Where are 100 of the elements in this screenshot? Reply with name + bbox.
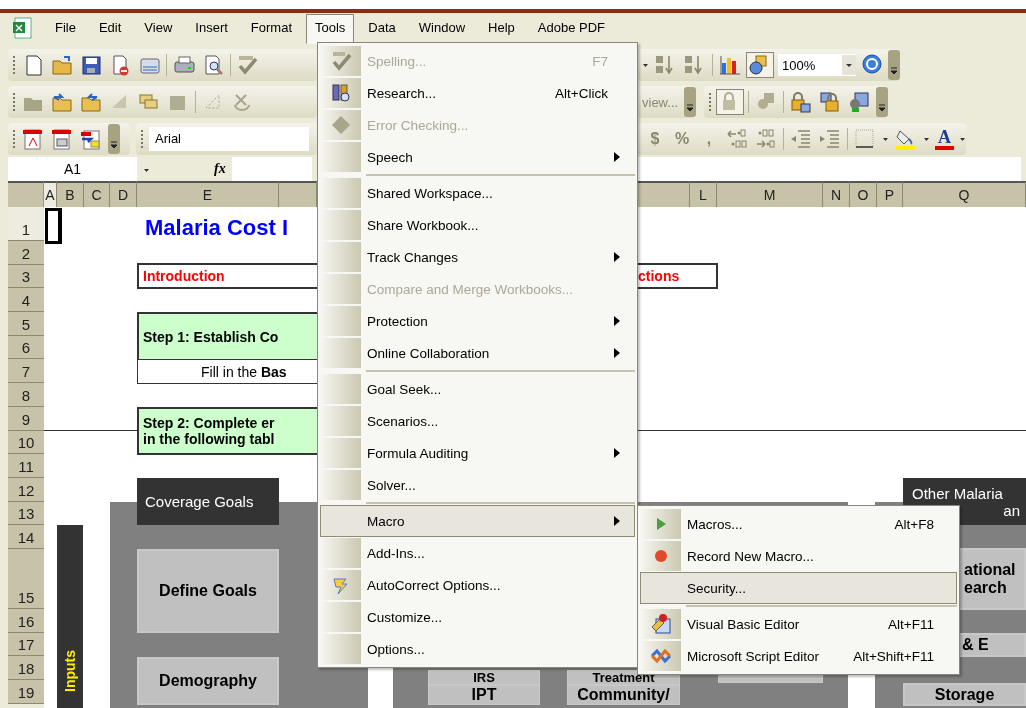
row-header[interactable]: 15 [8,548,44,609]
row-header[interactable]: 1 [8,207,44,241]
column-header[interactable]: A [44,181,57,207]
menu-bar-item[interactable]: File [46,13,85,42]
pdf-review-icon[interactable] [79,127,103,151]
menu-item[interactable]: Visual Basic Editor Alt+F11 [640,608,957,640]
menu-bar-item[interactable]: Window [409,13,475,42]
borders-icon[interactable] [853,127,877,151]
forward-folder-icon[interactable] [79,90,103,114]
pdf-document-icon[interactable] [21,127,45,151]
menu-item[interactable]: Protection [320,305,635,337]
font-color-button[interactable]: A [935,128,954,150]
row-header[interactable]: 7 [8,359,44,384]
zoom-field[interactable]: 100% [778,54,856,76]
menu-item[interactable]: AutoCorrect Options... [320,569,635,601]
menu-item[interactable]: Microsoft Script Editor Alt+Shift+F11 [640,640,957,672]
increase-decimal-icon[interactable] [725,127,749,151]
share-workbook-icon[interactable] [847,90,872,114]
menu-item[interactable]: Track Changes [320,241,635,273]
column-header[interactable] [279,181,317,207]
toolbar-grip-icon [708,91,713,113]
research-binoculars-icon [330,82,352,104]
spelling-check-icon[interactable] [236,53,260,77]
column-header[interactable]: C [84,181,110,207]
open-folder-icon[interactable] [50,53,74,77]
select-all-corner[interactable] [8,181,44,207]
toolbar-options-icon[interactable] [876,87,889,117]
shape-text: Step 2: Complete er [143,415,276,431]
increase-indent-icon[interactable] [818,127,842,151]
toolbar-options-icon[interactable] [108,124,120,154]
menu-bar-item[interactable]: Insert [186,13,237,42]
column-header[interactable]: O [850,181,877,207]
menu-item[interactable]: Record New Macro... [640,540,957,572]
row-header[interactable]: 8 [8,383,44,407]
menu-item[interactable]: Macros... Alt+F8 [640,508,957,540]
menu-bar-item[interactable]: Tools [306,14,355,44]
help-icon[interactable] [861,53,883,77]
lock-icon[interactable] [717,90,744,114]
menu-item[interactable]: Security... [640,572,957,604]
row-header[interactable]: 19 [8,680,44,704]
selected-cell[interactable] [45,208,62,244]
column-header[interactable]: D [110,181,137,207]
menu-item[interactable]: Scenarios... [320,405,635,437]
menu-item[interactable]: Macro [320,505,635,537]
column-header[interactable]: B [57,181,84,207]
toolbar-options-icon[interactable] [684,87,697,117]
column-header[interactable]: Q [903,181,1026,207]
name-box[interactable]: A1 [8,157,137,181]
row-header[interactable]: 6 [8,335,44,360]
row-header[interactable]: 16 [8,608,44,633]
decrease-decimal-icon[interactable] [754,127,778,151]
reply-folder-icon[interactable] [50,90,74,114]
menu-item[interactable]: Solver... [320,469,635,501]
menu-item[interactable]: Goal Seek... [320,373,635,405]
menu-bar-item[interactable]: Edit [89,13,131,42]
insert-function-button[interactable]: fx [214,157,226,181]
row-header[interactable]: 12 [8,477,44,502]
row-header[interactable]: 18 [8,656,44,680]
row-header[interactable]: 17 [8,632,44,657]
shape-text: Community/ [577,686,670,704]
menu-item[interactable]: Shared Workspace... [320,177,635,209]
menu-item[interactable]: Formula Auditing [320,437,635,469]
row-header[interactable]: 4 [8,288,44,313]
formula-input-field[interactable] [231,157,312,181]
row-header[interactable]: 5 [8,312,44,336]
row-header[interactable]: 2 [8,241,44,265]
column-header[interactable]: E [137,181,279,207]
menu-bar-item[interactable]: Format [241,13,301,42]
shape-text: earch [964,579,1007,597]
menu-bar-item[interactable]: Help [479,13,524,42]
row-header[interactable]: 13 [8,501,44,526]
column-header[interactable]: N [823,181,850,207]
code-editor-icon [650,613,672,635]
excel-app-icon[interactable] [12,16,34,39]
pdf-mail-icon[interactable] [50,127,74,151]
menu-bar-item[interactable]: Data [359,13,405,42]
toolbar-options-icon[interactable] [888,50,900,80]
row-header[interactable]: 9 [8,406,44,431]
menu-item[interactable]: Add-Ins... [320,537,635,569]
lock-sheet-icon[interactable] [789,90,814,114]
decrease-indent-icon[interactable] [789,127,813,151]
column-header[interactable]: M [717,181,823,207]
shapes-icon[interactable] [747,53,773,77]
shape-text: IPT [471,686,497,704]
column-header[interactable]: P [877,181,903,207]
row-header[interactable]: 11 [8,454,44,478]
menu-bar-item[interactable]: View [135,13,182,42]
row-header[interactable]: 14 [8,525,44,549]
menu-item[interactable]: Online Collaboration [320,337,635,369]
font-name-field[interactable]: Arial [149,127,309,151]
menu-item[interactable]: Speech [320,141,635,173]
bar-chart-icon[interactable] [718,53,742,77]
row-header[interactable]: 3 [8,264,44,289]
row-header[interactable]: 10 [8,430,44,455]
menu-item[interactable]: Options... [320,633,635,665]
menu-item[interactable]: Share Workbook... [320,209,635,241]
menu-bar-item[interactable]: Adobe PDF [528,13,615,42]
column-header[interactable]: L [690,181,717,207]
menu-item[interactable]: Customize... [320,601,635,633]
menu-item[interactable]: Research... Alt+Click [320,77,635,109]
